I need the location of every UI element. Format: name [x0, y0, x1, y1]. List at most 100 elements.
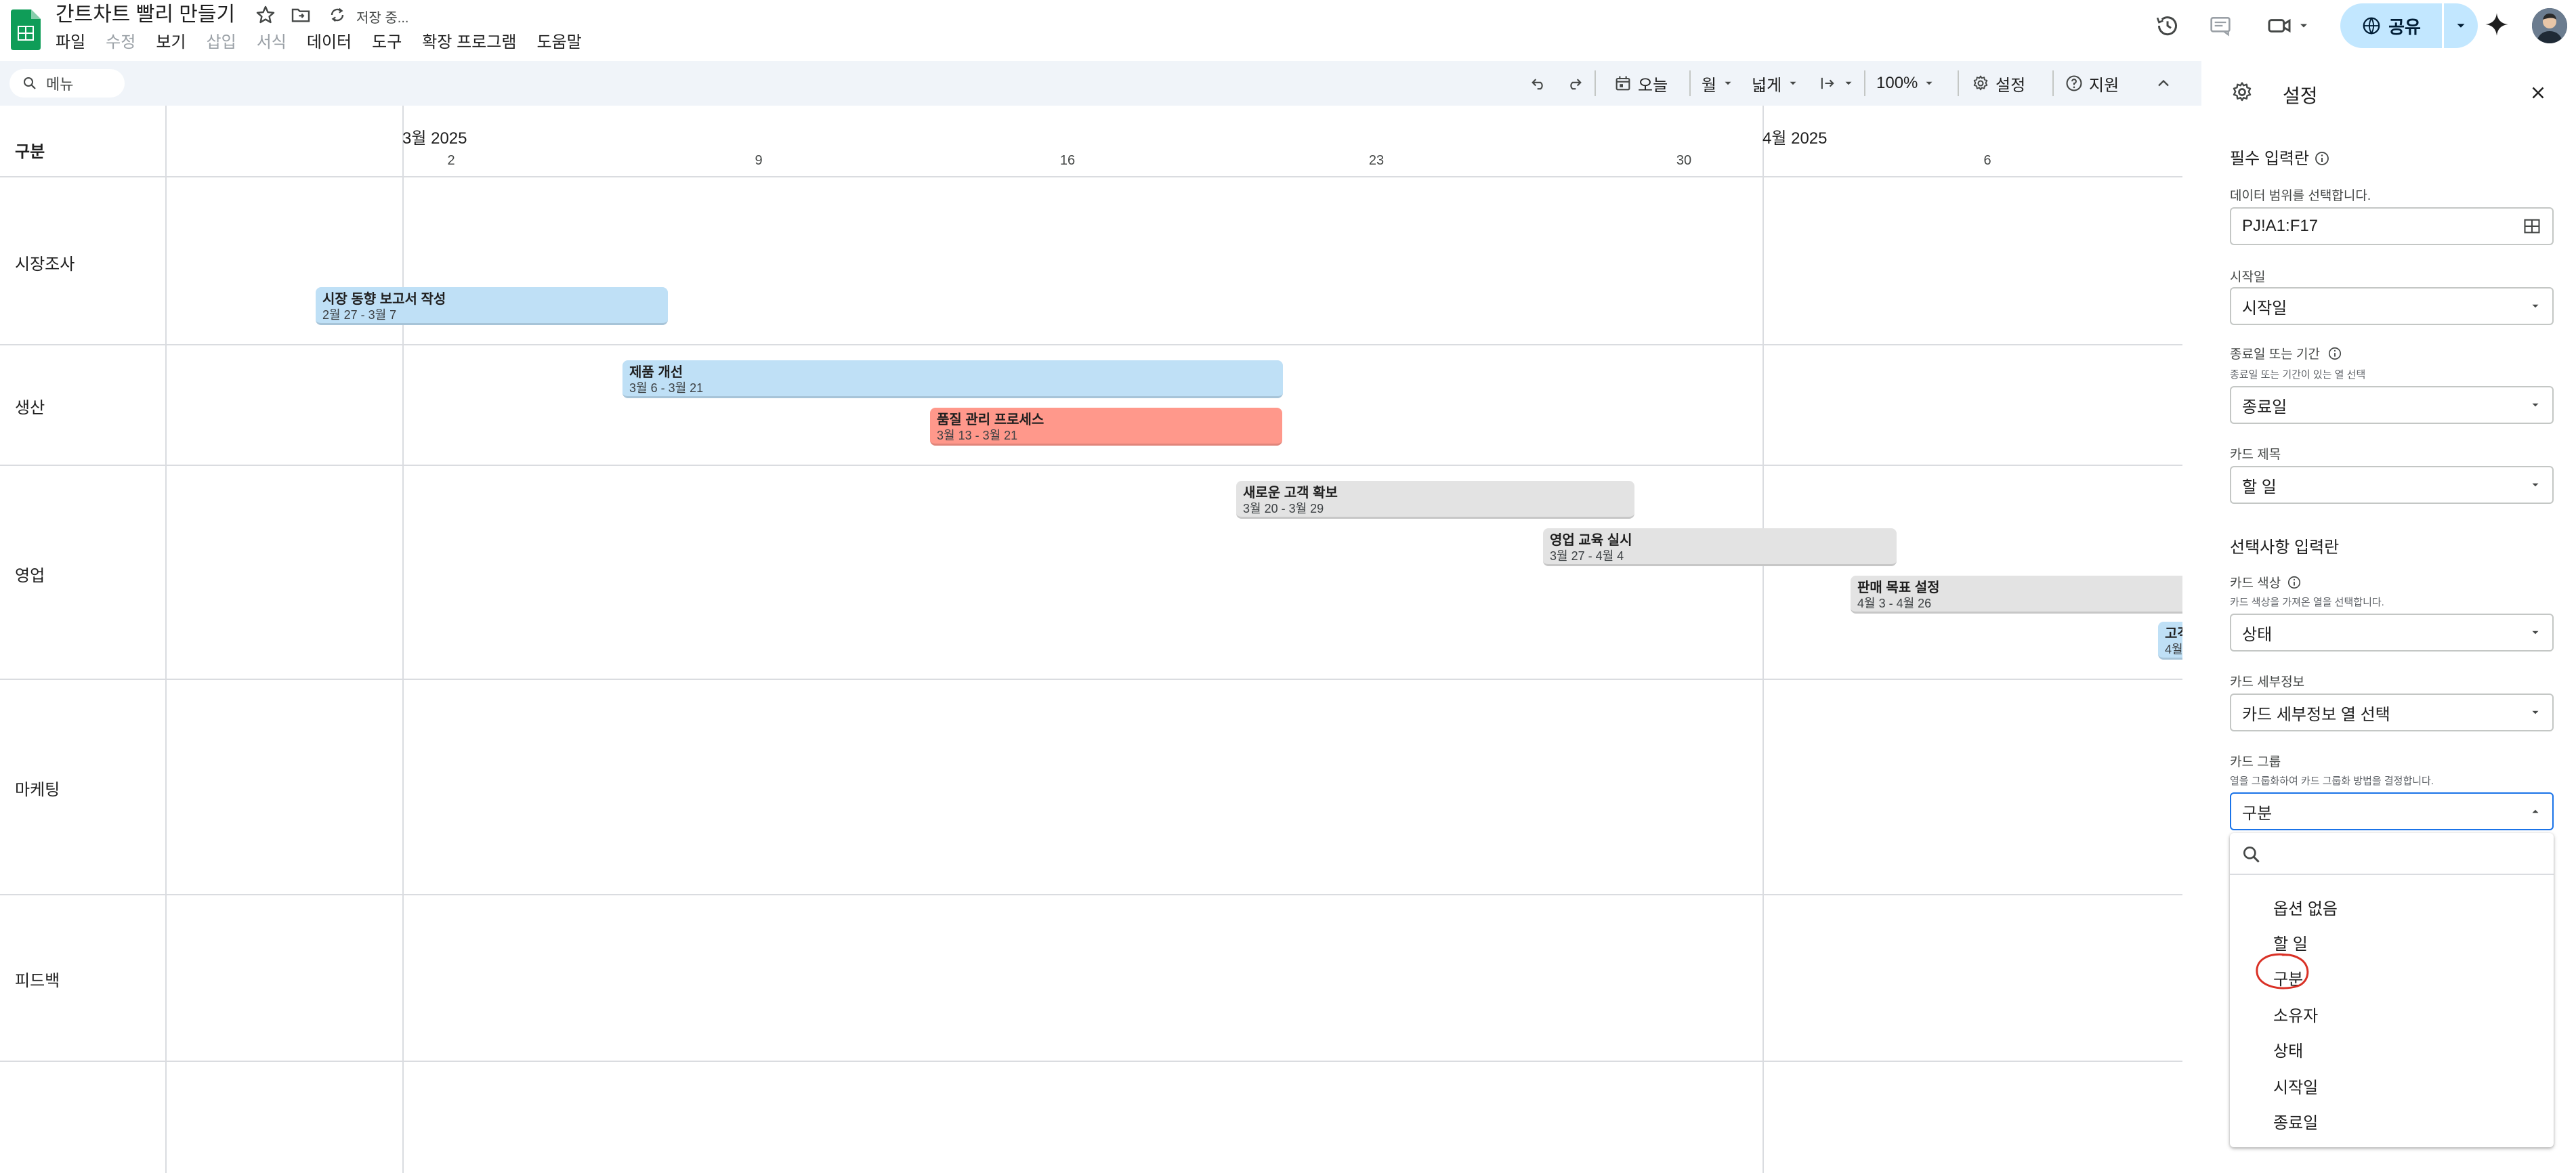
week-label: 23 [1368, 153, 1385, 168]
settings-button[interactable]: 설정 [1971, 69, 2025, 98]
card-detail-select[interactable]: 카드 세부정보 열 선택 [2230, 694, 2554, 731]
task-card[interactable]: 품질 관리 프로세스 3월 13 - 3월 21 [930, 408, 1282, 446]
row-divider [0, 465, 2182, 466]
task-dates: 4월 3 - 4월 26 [1857, 597, 1932, 610]
menu-file[interactable]: 파일 [56, 31, 85, 54]
chevron-down-icon [2457, 24, 2465, 28]
close-icon[interactable] [2528, 83, 2548, 103]
comments-icon[interactable] [2204, 9, 2237, 42]
card-title-label: 카드 제목 [2230, 448, 2281, 462]
calendar-icon [1613, 74, 1632, 93]
week-label: 2 [447, 153, 455, 168]
end-date-select[interactable]: 종료일 [2230, 386, 2554, 424]
card-color-value: 상태 [2242, 625, 2273, 644]
task-card[interactable]: 제품 개선 3월 6 - 3월 21 [622, 360, 1283, 398]
card-title-select[interactable]: 할 일 [2230, 466, 2554, 504]
dropdown-option[interactable]: 종료일 [2273, 1109, 2318, 1133]
chevron-down-icon [2532, 483, 2539, 487]
card-color-select[interactable]: 상태 [2230, 614, 2554, 652]
menu-edit[interactable]: 수정 [106, 31, 135, 54]
menu-tools[interactable]: 도구 [372, 31, 402, 54]
share-options-button[interactable] [2444, 3, 2478, 48]
info-icon [2315, 152, 2329, 165]
gantt-timeline: 3월 2025 4월 2025 2 9 16 23 30 6 시장 동향 보고서… [0, 106, 2182, 1173]
row-label: 영업 [15, 567, 45, 585]
chevron-down-icon [1790, 81, 1796, 85]
jump-to-select[interactable] [1818, 69, 1855, 98]
start-date-label: 시작일 [2230, 270, 2266, 284]
menu-view[interactable]: 보기 [156, 31, 186, 54]
dropdown-search-input[interactable] [2230, 834, 2554, 875]
history-icon[interactable] [2151, 9, 2184, 42]
scale-label: 월 [1702, 76, 1717, 95]
menu-data[interactable]: 데이터 [307, 31, 352, 54]
sheets-logo-icon[interactable] [11, 9, 41, 50]
dropdown-option[interactable]: 상태 [2273, 1038, 2303, 1061]
row-divider [0, 344, 2182, 345]
today-button[interactable]: 오늘 [1613, 69, 1668, 98]
menu-format[interactable]: 서식 [257, 31, 287, 54]
menu-insert[interactable]: 삽입 [207, 31, 236, 54]
month-label: 4월 2025 [1762, 129, 1828, 148]
star-icon[interactable] [255, 4, 276, 26]
row-divider [0, 344, 167, 345]
month-divider [402, 106, 404, 1173]
row-divider [0, 176, 2182, 177]
zoom-select[interactable]: 100% [1876, 69, 1935, 98]
menu-help[interactable]: 도움말 [536, 31, 581, 54]
task-title: 고객 [2165, 626, 2182, 641]
task-dates: 2월 27 - 3월 7 [322, 308, 397, 322]
menu-search[interactable]: 메뉴 [9, 69, 125, 98]
data-range-value: PJ!A1:F17 [2242, 217, 2319, 235]
task-card[interactable]: 시장 동향 보고서 작성 2월 27 - 3월 7 [316, 287, 668, 325]
end-date-hint: 종료일 또는 기간이 있는 열 선택 [2230, 369, 2366, 381]
toolbar-divider [2052, 70, 2054, 96]
task-dates: 3월 13 - 3월 21 [937, 429, 1018, 442]
card-group-hint: 열을 그룹화하여 카드 그룹화 방법을 결정합니다. [2230, 775, 2434, 787]
avatar[interactable] [2532, 8, 2567, 43]
task-card[interactable]: 판매 목표 설정 4월 3 - 4월 26 [1851, 576, 2182, 614]
task-title: 새로운 고객 확보 [1243, 486, 1338, 500]
toolbar-divider [1595, 70, 1596, 96]
redo-icon[interactable] [1565, 69, 1584, 98]
width-select[interactable]: 넓게 [1752, 69, 1799, 98]
move-folder-icon[interactable] [290, 4, 312, 26]
dropdown-option[interactable]: 옵션 없음 [2273, 895, 2338, 919]
task-card[interactable]: 영업 교육 실시 3월 27 - 4월 4 [1543, 528, 1897, 566]
required-section-title: 필수 입력란 [2230, 145, 2330, 169]
menu-extensions[interactable]: 확장 프로그램 [422, 31, 516, 54]
month-divider [1762, 106, 1764, 1173]
task-card[interactable]: 고객 4월 [2158, 622, 2182, 660]
scale-select[interactable]: 월 [1702, 69, 1734, 98]
document-title[interactable]: 간트차트 빨리 만들기 [56, 1, 235, 28]
card-title-value: 할 일 [2242, 477, 2277, 496]
chevron-down-icon [1926, 81, 1933, 85]
collapse-toolbar-icon[interactable] [2154, 69, 2173, 98]
toolbar-divider [1689, 70, 1691, 96]
card-detail-value: 카드 세부정보 열 선택 [2242, 705, 2390, 724]
jump-to-icon [1818, 74, 1837, 93]
data-range-input[interactable]: PJ!A1:F17 [2230, 207, 2554, 245]
gemini-icon[interactable] [2478, 8, 2516, 41]
menu-search-placeholder: 메뉴 [46, 76, 74, 93]
support-button[interactable]: 지원 [2065, 69, 2119, 98]
dropdown-option[interactable]: 시작일 [2273, 1074, 2318, 1098]
task-dates: 3월 20 - 3월 29 [1243, 502, 1324, 515]
search-icon [2243, 847, 2260, 863]
task-title: 시장 동향 보고서 작성 [322, 292, 446, 307]
dropdown-option[interactable]: 소유자 [2273, 1002, 2318, 1026]
undo-icon[interactable] [1529, 69, 1548, 98]
chevron-down-icon [1725, 81, 1731, 85]
task-title: 품질 관리 프로세스 [937, 412, 1044, 427]
share-button[interactable]: 공유 [2340, 3, 2442, 48]
settings-label: 설정 [1996, 76, 2026, 95]
globe-icon [2361, 16, 2382, 36]
start-date-select[interactable]: 시작일 [2230, 287, 2554, 325]
info-icon [2288, 576, 2301, 589]
task-card[interactable]: 새로운 고객 확보 3월 20 - 3월 29 [1236, 481, 1634, 519]
video-call-icon[interactable] [2261, 9, 2315, 42]
zoom-label: 100% [1876, 74, 1918, 92]
gear-icon [1971, 74, 1990, 93]
row-group-header: 구분 [15, 143, 45, 161]
card-group-select[interactable]: 구분 [2230, 792, 2554, 830]
